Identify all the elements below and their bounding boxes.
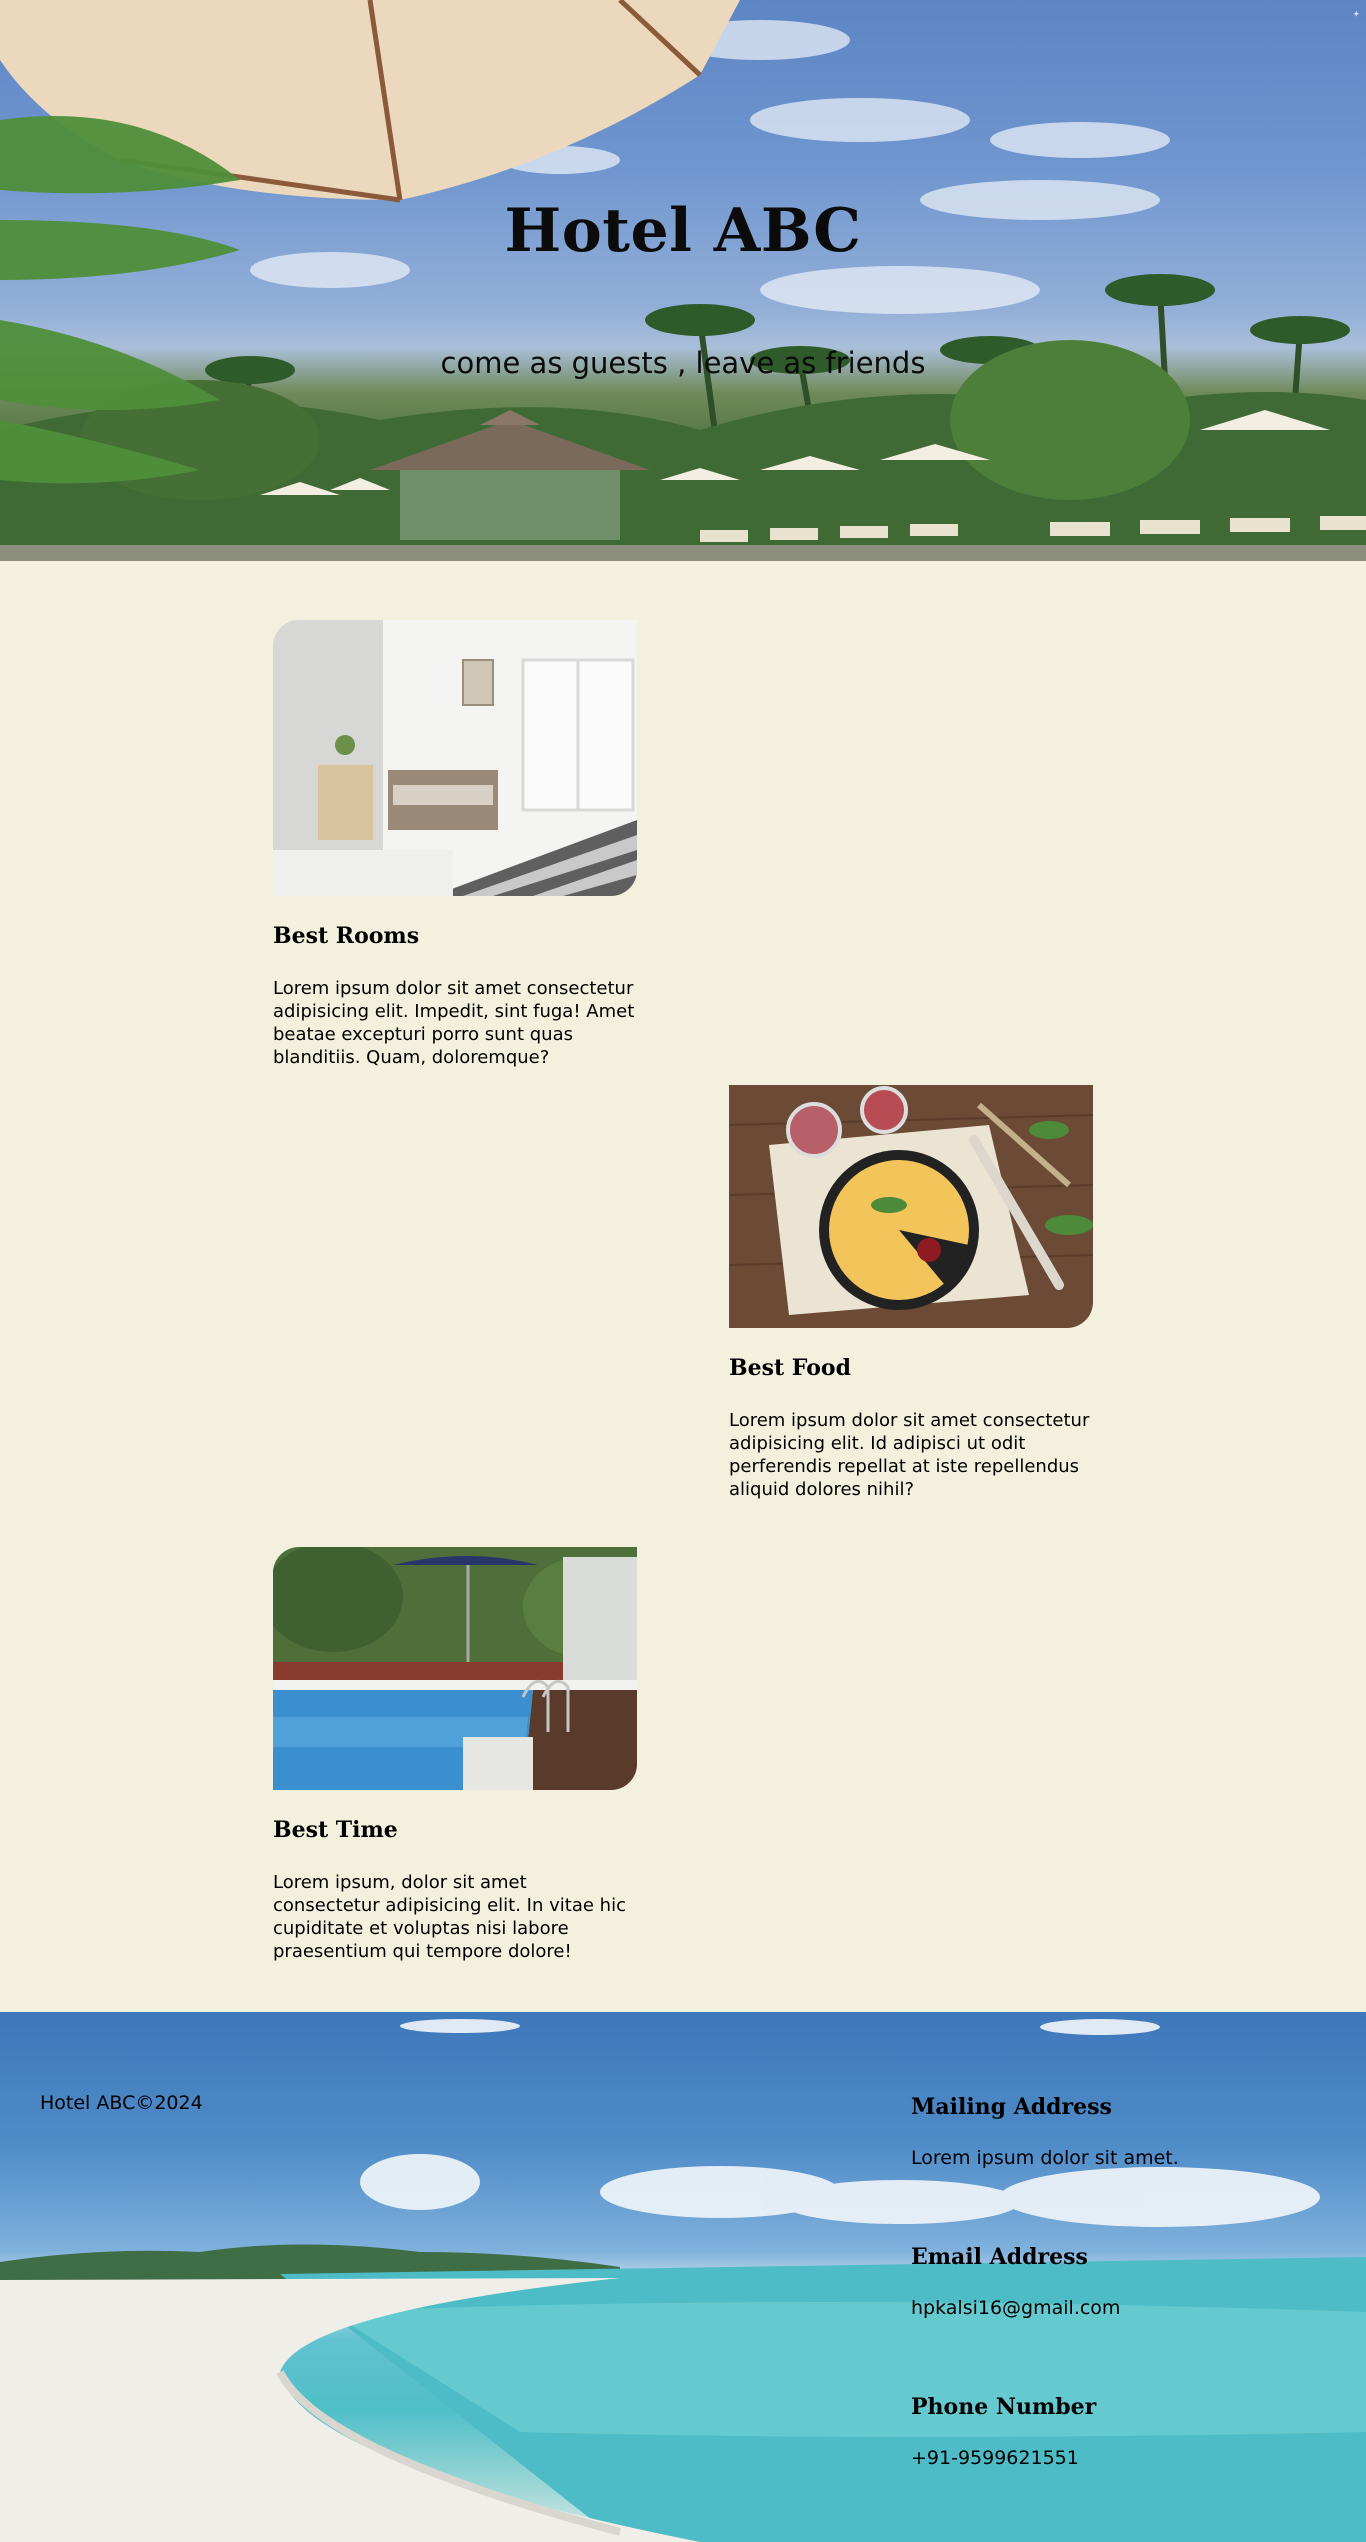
hero-title: Hotel ABC [504,196,862,266]
hotel-room-image [273,620,637,896]
feature-heading: Best Food [729,1355,851,1381]
copyright-text: Hotel ABC©2024 [40,2092,203,2114]
mailing-address-heading: Mailing Address [911,2094,1112,2120]
email-address-heading: Email Address [911,2244,1088,2270]
feature-heading: Best Rooms [273,923,420,949]
phone-number-value[interactable]: +91-9599621551 [911,2447,1096,2469]
phone-number-heading: Phone Number [911,2394,1097,2420]
feature-text: Lorem ipsum dolor sit amet consectetur a… [273,978,635,1068]
email-address-value[interactable]: hpkalsi16@gmail.com [911,2297,1120,2319]
mailing-address-block: Mailing Address Lorem ipsum dolor sit am… [911,2094,1179,2169]
features-section: Best Rooms Lorem ipsum dolor sit amet co… [0,561,1366,2012]
pie-with-jam-image [729,1085,1093,1328]
hero-section: ✦ Hotel ABC come as guests , leave as fr… [0,0,1366,561]
beach-background-image [0,2019,1366,2542]
feature-text: Lorem ipsum dolor sit amet consectetur a… [729,1410,1090,1500]
swimming-pool-image [273,1547,637,1790]
feature-best-food: Best Food Lorem ipsum dolor sit amet con… [729,1085,1093,1501]
hero-background-image [0,0,1366,561]
hero-subtitle: come as guests , leave as friends [440,346,926,380]
footer-section: Hotel ABC©2024 Mailing Address Lorem ips… [0,2012,1366,2542]
mailing-address-value: Lorem ipsum dolor sit amet. [911,2147,1179,2169]
feature-best-time: Best Time Lorem ipsum, dolor sit amet co… [273,1547,637,1963]
email-address-block: Email Address hpkalsi16@gmail.com [911,2244,1120,2319]
feature-best-rooms: Best Rooms Lorem ipsum dolor sit amet co… [273,620,637,1069]
corner-logo-icon: ✦ [1352,10,1360,20]
feature-heading: Best Time [273,1817,398,1843]
phone-number-block: Phone Number +91-9599621551 [911,2394,1096,2469]
feature-text: Lorem ipsum, dolor sit amet consectetur … [273,1872,626,1962]
